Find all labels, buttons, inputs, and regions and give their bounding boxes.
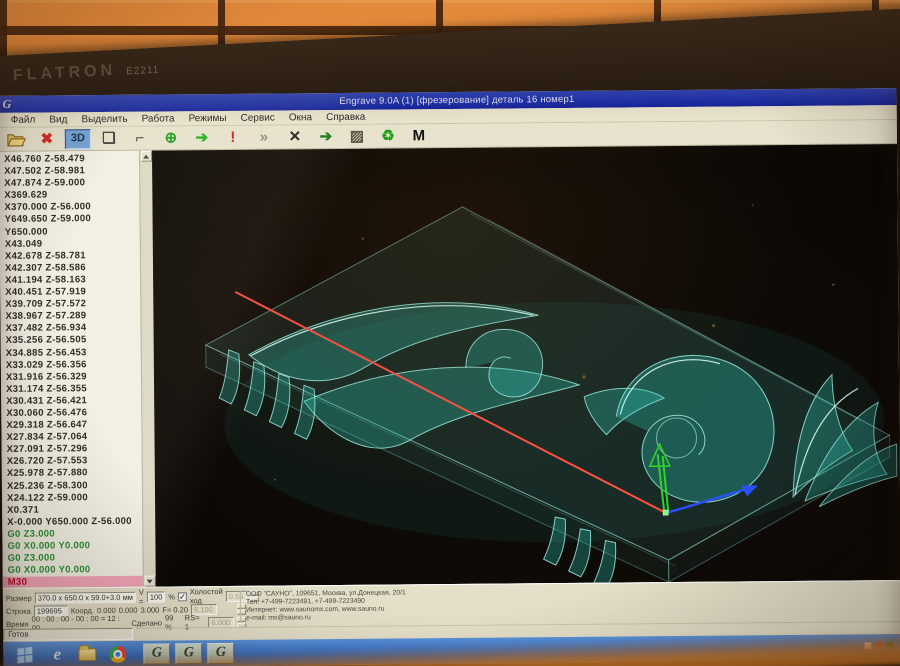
menu-item-8[interactable]: Справка bbox=[319, 111, 372, 122]
system-tray[interactable] bbox=[864, 642, 893, 649]
tray-icon[interactable] bbox=[886, 642, 893, 649]
time-label: Время bbox=[6, 619, 29, 628]
main-area: X46.760 Z-58.479X47.502 Z-58.981X47.874 … bbox=[0, 144, 900, 588]
recycle-icon[interactable]: ♻ bbox=[375, 126, 401, 146]
tool-origin-marker bbox=[663, 510, 668, 515]
3d-viewport[interactable] bbox=[152, 144, 900, 586]
start-job-icon[interactable]: ➔ bbox=[189, 128, 215, 148]
menu-item-7[interactable]: Окна bbox=[282, 112, 319, 123]
menu-item-5[interactable]: Режимы bbox=[182, 112, 234, 123]
percent-label: % bbox=[168, 592, 175, 601]
gcode-list-panel[interactable]: X46.760 Z-58.479X47.502 Z-58.981X47.874 … bbox=[0, 151, 143, 588]
macro-m-icon[interactable]: M bbox=[406, 126, 432, 146]
company-info-line: e-mail: ms@sauno.ru bbox=[246, 612, 510, 622]
menu-item-3[interactable]: Выделить bbox=[74, 113, 134, 125]
status-row-size: Размер 370.0 x 650.0 x 59.0+3.0 мм V = 1… bbox=[6, 590, 246, 604]
scroll-up-icon[interactable] bbox=[141, 151, 152, 162]
speed-field[interactable]: 100 bbox=[147, 591, 166, 602]
view-3d-button[interactable]: 3D bbox=[65, 129, 91, 149]
menu-item-1[interactable]: Файл bbox=[4, 114, 43, 125]
file-explorer-icon[interactable] bbox=[75, 643, 99, 665]
toolpath-3d-scene bbox=[152, 144, 900, 586]
brand-name: FLATRON bbox=[13, 62, 117, 85]
internet-explorer-icon[interactable]: e bbox=[45, 643, 69, 665]
gcode-line: X-0.000 Y650.000 Z-56.000 bbox=[7, 516, 142, 529]
tray-icon[interactable] bbox=[875, 642, 882, 649]
start-button[interactable] bbox=[9, 644, 39, 666]
coord-z: 3.000 bbox=[141, 605, 160, 614]
ornament-toolpaths bbox=[218, 299, 897, 587]
resume-icon[interactable]: ➔ bbox=[313, 126, 339, 146]
delete-job-icon[interactable]: ✖ bbox=[34, 129, 60, 149]
go-to-zero-icon[interactable]: ⊕ bbox=[158, 128, 184, 148]
speed-label: V = bbox=[139, 588, 144, 606]
size-label: Размер bbox=[6, 593, 32, 602]
tray-icon[interactable] bbox=[864, 642, 871, 649]
screen-content: G Engrave 9.0A (1) [фрезерование] деталь… bbox=[0, 88, 900, 666]
cancel-icon[interactable]: ✕ bbox=[282, 127, 308, 147]
menu-item-6[interactable]: Сервис bbox=[234, 112, 282, 123]
fast-forward-icon[interactable]: » bbox=[251, 127, 277, 147]
scroll-down-icon[interactable] bbox=[144, 576, 155, 587]
app-icon: G bbox=[3, 97, 12, 112]
ready-status: Готов bbox=[3, 628, 133, 641]
open-file-icon[interactable] bbox=[3, 129, 29, 149]
taskbar-app-engrave-1[interactable]: G bbox=[143, 643, 170, 664]
chrome-icon[interactable] bbox=[105, 643, 129, 665]
idle-run-label: Холостой ход bbox=[190, 587, 223, 605]
brand-model: E2211 bbox=[126, 65, 160, 78]
wireframe-box-icon[interactable]: ❑ bbox=[96, 128, 122, 148]
company-info: ООО "САУНО", 109651, Москва, ул.Донецкая… bbox=[240, 588, 510, 622]
hatch-fill-icon[interactable]: ▨ bbox=[344, 126, 370, 146]
monitor-brand: FLATRON E2211 bbox=[13, 60, 160, 86]
photo-of-monitor: FLATRON E2211 G Engrave 9.0A (1) [фрезер… bbox=[0, 0, 900, 666]
stop-job-icon[interactable]: ! bbox=[220, 127, 246, 147]
taskbar-app-engrave-3[interactable]: G bbox=[207, 642, 234, 663]
windows-logo-icon bbox=[17, 646, 32, 663]
size-field[interactable]: 370.0 x 650.0 x 59.0+3.0 мм bbox=[35, 591, 136, 603]
status-bar: Размер 370.0 x 650.0 x 59.0+3.0 мм V = 1… bbox=[3, 580, 900, 642]
idle-run-checkbox[interactable]: ✓ bbox=[178, 592, 187, 601]
taskbar-app-buttons: GGG bbox=[143, 642, 234, 664]
line-label: Строка bbox=[6, 606, 31, 615]
menu-item-4[interactable]: Работа bbox=[135, 113, 182, 124]
done-label: Сделано bbox=[131, 618, 162, 627]
taskbar-app-engrave-2[interactable]: G bbox=[175, 643, 202, 664]
region-select-icon[interactable]: ⌐ bbox=[127, 128, 153, 148]
menu-item-2[interactable]: Вид bbox=[42, 114, 74, 125]
